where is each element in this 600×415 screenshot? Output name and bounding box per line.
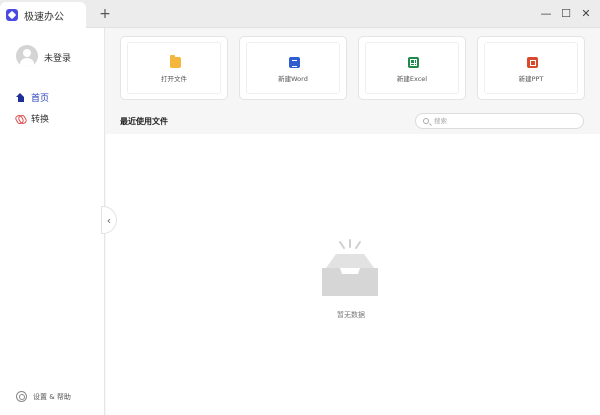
- search-icon: [423, 118, 429, 124]
- sidebar-item-label: 转换: [31, 114, 50, 125]
- minimize-button[interactable]: —: [538, 6, 554, 22]
- tab-home[interactable]: 极速办公: [0, 2, 86, 28]
- word-icon: [289, 57, 300, 68]
- convert-icon: [16, 114, 25, 123]
- sidebar-item-home[interactable]: 首页: [16, 89, 96, 105]
- ppt-icon: [527, 57, 538, 68]
- new-tab-button[interactable]: +: [98, 5, 112, 23]
- sidebar-item-convert[interactable]: 转换: [16, 110, 96, 126]
- login-status[interactable]: 未登录: [44, 51, 71, 64]
- folder-icon: [170, 55, 181, 68]
- empty-box-icon: [322, 239, 378, 296]
- empty-state-text: 暂无数据: [337, 311, 365, 319]
- app-logo-icon: [6, 9, 18, 21]
- search-box[interactable]: [415, 113, 584, 129]
- search-input[interactable]: [434, 117, 574, 125]
- new-ppt-card[interactable]: 新建PPT: [477, 36, 585, 100]
- new-excel-card[interactable]: 新建Excel: [358, 36, 466, 100]
- new-word-card[interactable]: 新建Word: [239, 36, 347, 100]
- recent-files-title: 最近使用文件: [120, 117, 168, 126]
- open-file-card[interactable]: 打开文件: [120, 36, 228, 100]
- card-label: 新建PPT: [518, 75, 544, 83]
- close-button[interactable]: ✕: [578, 6, 594, 22]
- title-bar: 极速办公 + — ☐ ✕: [0, 0, 600, 28]
- settings-label: 设置 & 帮助: [33, 392, 71, 401]
- gear-icon: [16, 391, 27, 402]
- settings-help-button[interactable]: 设置 & 帮助: [16, 391, 71, 402]
- card-label: 新建Word: [278, 75, 308, 83]
- tab-title: 极速办公: [24, 11, 64, 23]
- avatar[interactable]: [16, 45, 38, 67]
- sidebar-item-label: 首页: [31, 93, 50, 104]
- card-label: 新建Excel: [396, 75, 428, 83]
- excel-icon: [408, 57, 419, 68]
- card-label: 打开文件: [161, 75, 187, 83]
- home-icon: [16, 92, 25, 102]
- maximize-button[interactable]: ☐: [558, 6, 574, 22]
- sidebar: 未登录 首页 转换 设置 & 帮助: [0, 28, 105, 415]
